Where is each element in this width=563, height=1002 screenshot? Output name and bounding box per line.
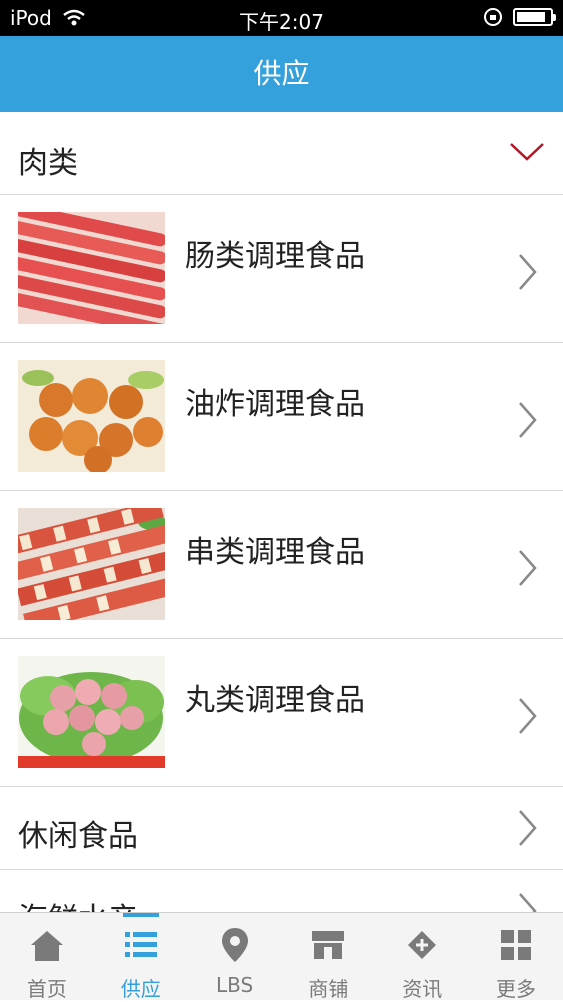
- store-icon: [312, 931, 345, 959]
- battery-icon: [513, 8, 556, 26]
- item-title: 油炸调理食品: [185, 387, 365, 422]
- list-item[interactable]: 串类调理食品: [0, 491, 563, 639]
- chevron-right-icon: [519, 254, 537, 290]
- tab-label: 首页: [26, 977, 67, 1001]
- chevron-right-icon: [519, 550, 537, 586]
- tab-label: LBS: [215, 973, 254, 997]
- category-row-seafood[interactable]: 海鲜水产: [0, 870, 563, 912]
- item-title: 丸类调理食品: [185, 683, 365, 718]
- product-thumbnail: [18, 212, 165, 324]
- tab-lbs[interactable]: LBS: [188, 913, 282, 1000]
- product-thumbnail: [18, 508, 165, 620]
- product-thumbnail: [18, 656, 165, 768]
- tab-store[interactable]: 商铺: [281, 913, 375, 1001]
- tab-home[interactable]: 首页: [0, 913, 94, 1001]
- list-icon: [124, 932, 157, 957]
- chevron-right-icon: [519, 402, 537, 438]
- tab-more[interactable]: 更多: [469, 913, 563, 1001]
- chevron-right-icon: [519, 810, 537, 846]
- nav-bar: 供应: [0, 36, 563, 112]
- list-item[interactable]: 油炸调理食品: [0, 343, 563, 491]
- list-item[interactable]: 肠类调理食品: [0, 195, 563, 343]
- category-label: 海鲜水产: [18, 894, 138, 912]
- supply-list[interactable]: 肉类 肠类调理食品 油炸调理食品 串类调理食品 丸类调理食品 休闲食品: [0, 112, 563, 912]
- item-title: 肠类调理食品: [185, 239, 365, 274]
- home-icon: [30, 931, 63, 961]
- status-time: 下午2:07: [239, 10, 324, 34]
- tab-supply[interactable]: 供应: [94, 913, 188, 1001]
- chevron-right-icon: [519, 698, 537, 734]
- orientation-lock-icon: [484, 8, 502, 26]
- category-label: 休闲食品: [18, 819, 138, 854]
- page-title: 供应: [253, 57, 310, 90]
- chevron-down-icon: [510, 143, 544, 161]
- tab-label: 商铺: [308, 977, 349, 1001]
- status-bar: iPod 下午2:07: [0, 0, 563, 36]
- tab-label: 更多: [496, 977, 537, 1001]
- category-header-meat[interactable]: 肉类: [0, 112, 563, 195]
- category-label: 肉类: [18, 146, 78, 181]
- product-thumbnail: [18, 360, 165, 472]
- tab-label: 资讯: [402, 977, 443, 1001]
- grid-icon: [501, 930, 532, 960]
- location-pin-icon: [221, 928, 248, 962]
- tab-label: 供应: [120, 977, 161, 1001]
- tab-bar: 首页 供应 LBS 商铺 资讯 更多: [0, 912, 563, 1001]
- list-item[interactable]: 丸类调理食品: [0, 639, 563, 787]
- news-icon: [408, 931, 437, 959]
- chevron-right-icon: [519, 893, 537, 912]
- category-row-snacks[interactable]: 休闲食品: [0, 787, 563, 870]
- item-title: 串类调理食品: [185, 535, 365, 570]
- tab-news[interactable]: 资讯: [375, 913, 469, 1001]
